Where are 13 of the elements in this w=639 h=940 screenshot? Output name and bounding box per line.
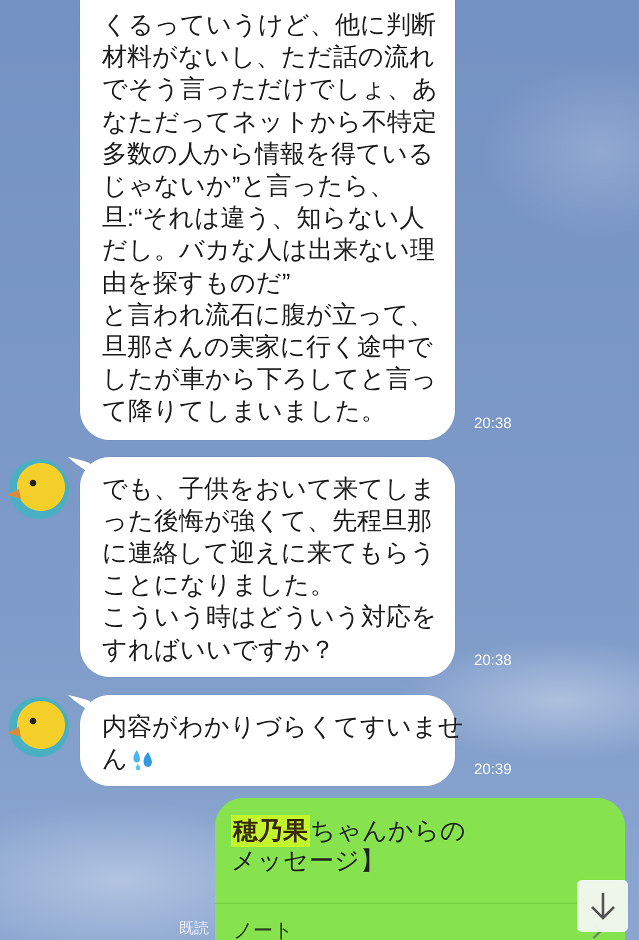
read-receipt: 既読 xyxy=(179,919,209,940)
timestamp: 20:38 xyxy=(473,414,512,434)
message-text: 穂乃果ちゃんからの メッセージ】 xyxy=(231,816,467,876)
scroll-down-button[interactable] xyxy=(577,880,628,932)
chick-avatar[interactable] xyxy=(5,694,69,759)
chick-avatar[interactable] xyxy=(5,456,69,521)
timestamp: 20:38 xyxy=(473,652,512,671)
message-text: でも、子供をおいて来てしま った後悔が強くて、先程旦那 に連絡して迎えに来てもらう ことになりました。 こういう時はどういう対応を すればいいですか？ xyxy=(102,474,437,664)
timestamp: 20:39 xyxy=(473,761,512,780)
arrow-down-icon xyxy=(590,891,616,921)
note-link[interactable]: ノート xyxy=(215,904,311,940)
message-text: 内容がわかりづらくてすいませ ん xyxy=(102,712,464,774)
message-text: くるっていうけど、他に判断 材料がないし、ただ話の流れ でそう言っただけでしょ、あ なただってネットから不特定 多数の人から情報を得ている じゃないか”と言ったら、 旦:“それは違う、知らない人 だし。バカな人は出来ない理 由を探すものだ” と言われ流石に腹が立って、 旦那さんの実家に行く途中で したが車から下ろしてと言っ て降りてしまいました。 xyxy=(102,11,438,426)
